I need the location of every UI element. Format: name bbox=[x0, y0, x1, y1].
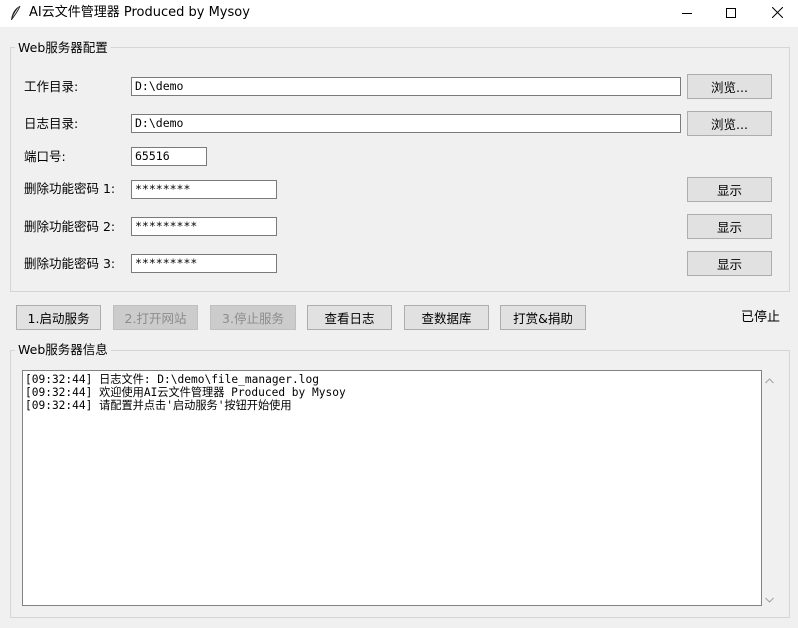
service-status: 已停止 bbox=[741, 310, 781, 325]
log-dir-label: 日志目录: bbox=[24, 116, 79, 131]
scroll-up-button[interactable] bbox=[762, 372, 777, 387]
chevron-up-icon bbox=[765, 373, 774, 387]
info-group-title: Web服务器信息 bbox=[15, 343, 111, 357]
password-2-input[interactable]: ********* bbox=[131, 217, 277, 236]
password-3-input[interactable]: ********* bbox=[131, 254, 277, 273]
work-dir-label: 工作目录: bbox=[24, 79, 79, 94]
start-service-button[interactable]: 1.启动服务 bbox=[16, 305, 101, 330]
stop-service-button[interactable]: 3.停止服务 bbox=[210, 305, 296, 330]
port-input[interactable]: 65516 bbox=[131, 147, 207, 166]
password-2-show-button[interactable]: 显示 bbox=[687, 214, 772, 239]
work-dir-input[interactable]: D:\demo bbox=[131, 77, 681, 96]
maximize-button[interactable] bbox=[708, 0, 754, 27]
maximize-icon bbox=[726, 7, 736, 21]
log-dir-input[interactable]: D:\demo bbox=[131, 114, 681, 133]
donate-button[interactable]: 打赏&捐助 bbox=[500, 305, 586, 330]
log-line: [09:32:44] 请配置并点击'启动服务'按钮开始使用 bbox=[25, 399, 292, 412]
view-db-button[interactable]: 查数据库 bbox=[404, 305, 489, 330]
log-scrollbar[interactable] bbox=[762, 370, 777, 606]
feather-icon bbox=[9, 5, 23, 21]
title-bar: AI云文件管理器 Produced by Mysoy bbox=[0, 0, 798, 27]
scroll-down-button[interactable] bbox=[762, 591, 777, 606]
close-button[interactable] bbox=[754, 0, 798, 27]
open-site-button[interactable]: 2.打开网站 bbox=[113, 305, 198, 330]
password-3-label: 删除功能密码 3: bbox=[24, 256, 116, 271]
chevron-down-icon bbox=[765, 592, 774, 606]
config-group-title: Web服务器配置 bbox=[15, 41, 111, 55]
view-log-button[interactable]: 查看日志 bbox=[307, 305, 392, 330]
password-1-label: 删除功能密码 1: bbox=[24, 181, 116, 196]
minimize-button[interactable] bbox=[664, 0, 710, 27]
log-text-area[interactable]: [09:32:44] 日志文件: D:\demo\file_manager.lo… bbox=[22, 370, 762, 606]
log-line: [09:32:44] 欢迎使用AI云文件管理器 Produced by Myso… bbox=[25, 386, 346, 399]
close-icon bbox=[771, 6, 783, 21]
log-dir-browse-button[interactable]: 浏览... bbox=[687, 111, 772, 136]
password-1-input[interactable]: ******** bbox=[131, 180, 277, 199]
work-dir-browse-button[interactable]: 浏览... bbox=[687, 74, 772, 99]
window-title: AI云文件管理器 Produced by Mysoy bbox=[29, 5, 250, 20]
password-2-label: 删除功能密码 2: bbox=[24, 219, 116, 234]
port-label: 端口号: bbox=[24, 149, 66, 164]
password-3-show-button[interactable]: 显示 bbox=[687, 251, 772, 276]
log-line: [09:32:44] 日志文件: D:\demo\file_manager.lo… bbox=[25, 373, 319, 386]
minimize-icon bbox=[682, 7, 692, 21]
password-1-show-button[interactable]: 显示 bbox=[687, 177, 772, 202]
